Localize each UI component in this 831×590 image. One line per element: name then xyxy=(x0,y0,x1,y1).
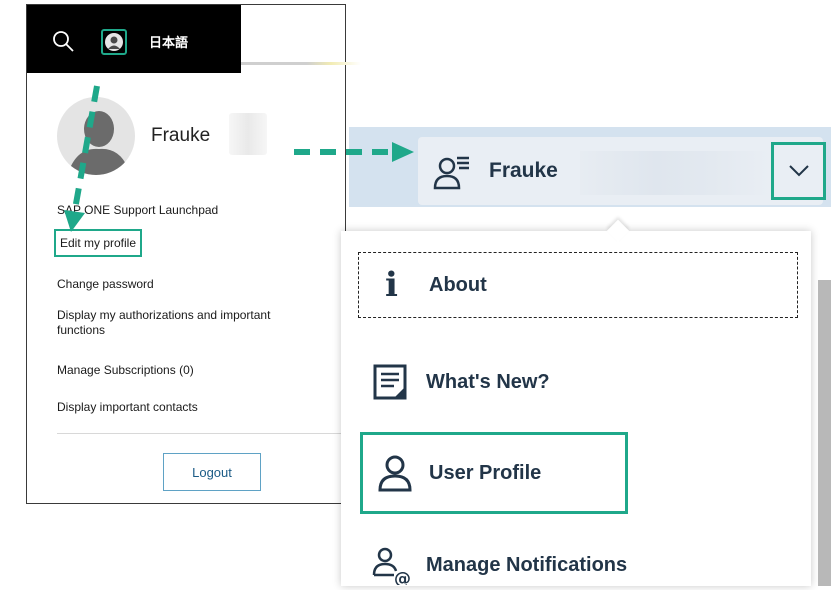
svg-text:@: @ xyxy=(394,569,411,585)
language-selector[interactable]: 日本語 xyxy=(149,32,188,51)
menu-display-authorizations-line2: functions xyxy=(57,323,106,337)
menu-change-password[interactable]: Change password xyxy=(57,277,154,291)
profile-picture xyxy=(57,97,135,175)
chevron-down-icon xyxy=(788,165,809,177)
search-icon[interactable] xyxy=(51,29,75,53)
about-label: About xyxy=(429,273,487,296)
menu-support-launchpad[interactable]: SAP ONE Support Launchpad xyxy=(57,203,218,217)
redacted-surname xyxy=(229,113,267,155)
info-icon: i xyxy=(385,265,398,305)
user-name: Frauke xyxy=(489,159,558,182)
menu-item-manage-notifications[interactable]: @ Manage Notifications xyxy=(372,540,627,590)
logout-button[interactable]: Logout xyxy=(163,453,261,491)
manage-notifications-label: Manage Notifications xyxy=(426,553,628,576)
user-profile-label: User Profile xyxy=(429,461,542,484)
whats-new-icon xyxy=(373,364,407,400)
top-header-bar: 日本語 xyxy=(27,5,241,73)
scrollbar[interactable] xyxy=(818,280,831,586)
user-icon xyxy=(378,455,412,492)
menu-display-authorizations[interactable]: Display my authorizations and important … xyxy=(57,308,270,338)
menu-manage-subscriptions[interactable]: Manage Subscriptions (0) xyxy=(57,363,194,377)
avatar-icon xyxy=(105,33,123,51)
profile-name: Frauke xyxy=(151,125,211,146)
divider xyxy=(57,433,349,434)
menu-display-contacts[interactable]: Display important contacts xyxy=(57,400,198,414)
notifications-icon: @ xyxy=(372,547,411,585)
header-underline xyxy=(241,62,361,65)
menu-item-about[interactable]: i About xyxy=(358,252,798,318)
user-menu-expand-button[interactable] xyxy=(771,142,826,200)
user-menu-icon xyxy=(433,156,469,190)
menu-display-authorizations-line1: Display my authorizations and important xyxy=(57,308,271,322)
menu-item-user-profile[interactable]: User Profile xyxy=(360,432,628,514)
whats-new-label: What's New? xyxy=(426,370,550,393)
menu-item-whats-new[interactable]: What's New? xyxy=(372,352,550,412)
menu-edit-profile[interactable]: Edit my profile xyxy=(54,229,143,257)
user-popover-panel: 日本語 Frauke SAP ONE Support Launchpad Edi… xyxy=(26,4,361,504)
redacted-surname xyxy=(580,151,770,195)
avatar-button[interactable] xyxy=(101,29,127,55)
